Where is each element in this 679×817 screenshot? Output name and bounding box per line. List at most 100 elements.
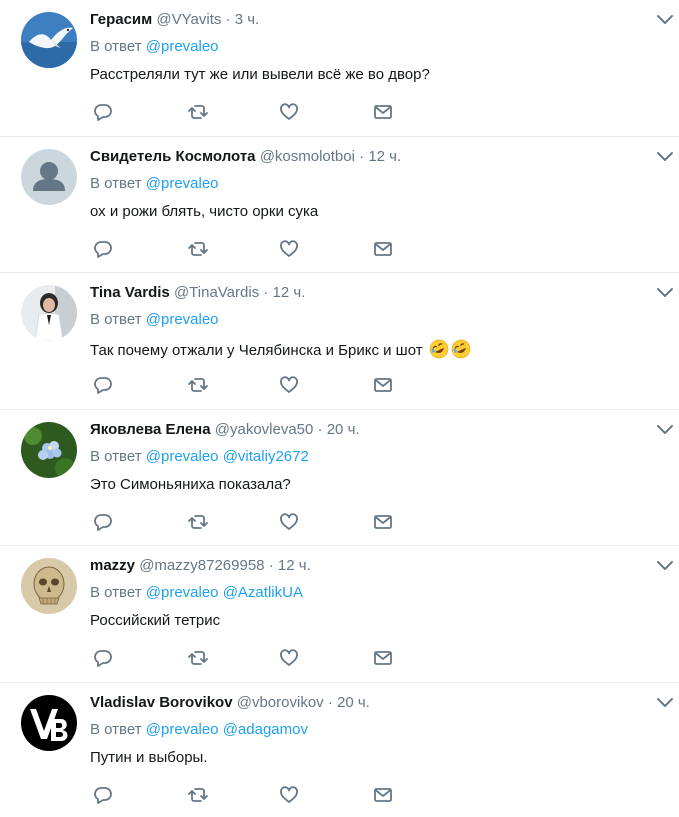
mention-link[interactable]: @prevaleo: [146, 38, 219, 55]
heart-icon[interactable]: [278, 647, 300, 669]
author-handle[interactable]: @vborovikov: [237, 694, 324, 711]
envelope-icon[interactable]: [372, 374, 394, 396]
timestamp[interactable]: 12 ч.: [278, 557, 311, 574]
tweet-header: Герасим @VYavits · 3 ч.: [90, 11, 259, 28]
reply-icon[interactable]: [92, 647, 114, 669]
timestamp[interactable]: 20 ч.: [337, 694, 370, 711]
chevron-down-icon[interactable]: [656, 13, 674, 27]
tweet-actions: [92, 238, 402, 260]
chevron-down-icon[interactable]: [656, 696, 674, 710]
mention-link[interactable]: @prevaleo: [146, 311, 219, 328]
heart-icon[interactable]: [278, 374, 300, 396]
envelope-icon[interactable]: [372, 647, 394, 669]
mention-link[interactable]: @adagamov: [223, 721, 308, 738]
envelope-icon[interactable]: [372, 238, 394, 260]
reply-to-line: В ответ @prevaleo @adagamov: [90, 721, 308, 738]
mention-link[interactable]: @prevaleo: [146, 721, 219, 738]
envelope-icon[interactable]: [372, 101, 394, 123]
heart-icon[interactable]: [278, 784, 300, 806]
avatar[interactable]: [21, 285, 77, 341]
separator-dot: ·: [359, 147, 365, 165]
retweet-icon[interactable]: [187, 647, 209, 669]
separator-dot: ·: [327, 693, 333, 711]
tweet[interactable]: mazzy @mazzy87269958 · 12 ч. В ответ @pr…: [0, 546, 679, 683]
reply-icon[interactable]: [92, 101, 114, 123]
chevron-down-icon[interactable]: [656, 559, 674, 573]
author-name[interactable]: Герасим: [90, 11, 152, 28]
author-handle[interactable]: @VYavits: [156, 11, 221, 28]
tweet-actions: [92, 101, 402, 123]
author-name[interactable]: Tina Vardis: [90, 284, 170, 301]
retweet-icon[interactable]: [187, 101, 209, 123]
chevron-down-icon[interactable]: [656, 423, 674, 437]
mention-link[interactable]: @vitaliy2672: [223, 448, 309, 465]
reply-prefix: В ответ: [90, 311, 142, 328]
avatar[interactable]: [21, 558, 77, 614]
mention-link[interactable]: @prevaleo: [146, 448, 219, 465]
reply-prefix: В ответ: [90, 584, 142, 601]
retweet-icon[interactable]: [187, 374, 209, 396]
rofl-emoji-icon: [451, 339, 471, 359]
replies-feed: Герасим @VYavits · 3 ч. В ответ @prevale…: [0, 0, 679, 817]
tweet-text: Расстреляли тут же или вывели всё же во …: [90, 66, 430, 83]
avatar[interactable]: [21, 148, 77, 205]
tweet-actions: [92, 374, 402, 396]
envelope-icon[interactable]: [372, 784, 394, 806]
tweet[interactable]: Tina Vardis @TinaVardis · 12 ч. В ответ …: [0, 273, 679, 410]
reply-icon[interactable]: [92, 784, 114, 806]
tweet-text: Так почему отжали у Челябинска и Брикс и…: [90, 339, 471, 359]
separator-dot: ·: [225, 11, 231, 28]
author-name[interactable]: Яковлева Елена: [90, 421, 211, 438]
timestamp[interactable]: 20 ч.: [327, 421, 360, 438]
author-name[interactable]: Vladislav Borovikov: [90, 694, 233, 711]
tweet-text: Это Симоньяниха показала?: [90, 475, 291, 493]
avatar[interactable]: [21, 12, 77, 68]
tweet-header: Яковлева Елена @yakovleva50 · 20 ч.: [90, 421, 360, 438]
tweet[interactable]: Герасим @VYavits · 3 ч. В ответ @prevale…: [0, 0, 679, 137]
reply-prefix: В ответ: [90, 38, 142, 55]
timestamp[interactable]: 12 ч.: [368, 148, 401, 165]
tweet-text: Российский тетрис: [90, 612, 221, 629]
tweet-text: Путин и выборы.: [90, 748, 208, 766]
timestamp[interactable]: 3 ч.: [235, 11, 260, 28]
chevron-down-icon[interactable]: [656, 150, 674, 164]
chevron-down-icon[interactable]: [656, 286, 674, 300]
retweet-icon[interactable]: [187, 511, 209, 533]
author-name[interactable]: mazzy: [90, 557, 135, 574]
retweet-icon[interactable]: [187, 784, 209, 806]
heart-icon[interactable]: [278, 511, 300, 533]
mention-link[interactable]: @prevaleo: [146, 175, 219, 192]
tweet[interactable]: Яковлева Елена @yakovleva50 · 20 ч. В от…: [0, 410, 679, 546]
heart-icon[interactable]: [278, 238, 300, 260]
tweet-text-body: Так почему отжали у Челябинска и Брикс и…: [90, 342, 423, 359]
author-handle[interactable]: @TinaVardis: [174, 284, 259, 301]
timestamp[interactable]: 12 ч.: [273, 284, 306, 301]
tweet[interactable]: Свидетель Космолота @kosmolotboi · 12 ч.…: [0, 137, 679, 273]
heart-icon[interactable]: [278, 101, 300, 123]
tweet-actions: [92, 784, 402, 806]
author-handle[interactable]: @mazzy87269958: [139, 557, 264, 574]
author-name[interactable]: Свидетель Космолота: [90, 148, 256, 165]
envelope-icon[interactable]: [372, 511, 394, 533]
avatar[interactable]: [21, 421, 77, 478]
reply-to-line: В ответ @prevaleo: [90, 38, 219, 55]
mention-link[interactable]: @prevaleo: [146, 584, 219, 601]
reply-to-line: В ответ @prevaleo @AzatlikUA: [90, 584, 303, 601]
rofl-emoji-icon: [429, 339, 449, 359]
separator-dot: ·: [268, 557, 274, 574]
tweet-actions: [92, 647, 402, 669]
author-handle[interactable]: @kosmolotboi: [260, 148, 355, 165]
tweet-header: Vladislav Borovikov @vborovikov · 20 ч.: [90, 694, 370, 711]
reply-to-line: В ответ @prevaleo @vitaliy2672: [90, 448, 309, 465]
avatar[interactable]: [21, 694, 77, 751]
reply-icon[interactable]: [92, 511, 114, 533]
mention-link[interactable]: @AzatlikUA: [223, 584, 303, 601]
reply-icon[interactable]: [92, 238, 114, 260]
tweet-header: Свидетель Космолота @kosmolotboi · 12 ч.: [90, 148, 401, 165]
retweet-icon[interactable]: [187, 238, 209, 260]
author-handle[interactable]: @yakovleva50: [215, 421, 314, 438]
reply-icon[interactable]: [92, 374, 114, 396]
tweet-text: ох и рожи блять, чисто орки сука: [90, 202, 319, 220]
tweet-actions: [92, 511, 402, 533]
tweet[interactable]: Vladislav Borovikov @vborovikov · 20 ч. …: [0, 683, 679, 817]
